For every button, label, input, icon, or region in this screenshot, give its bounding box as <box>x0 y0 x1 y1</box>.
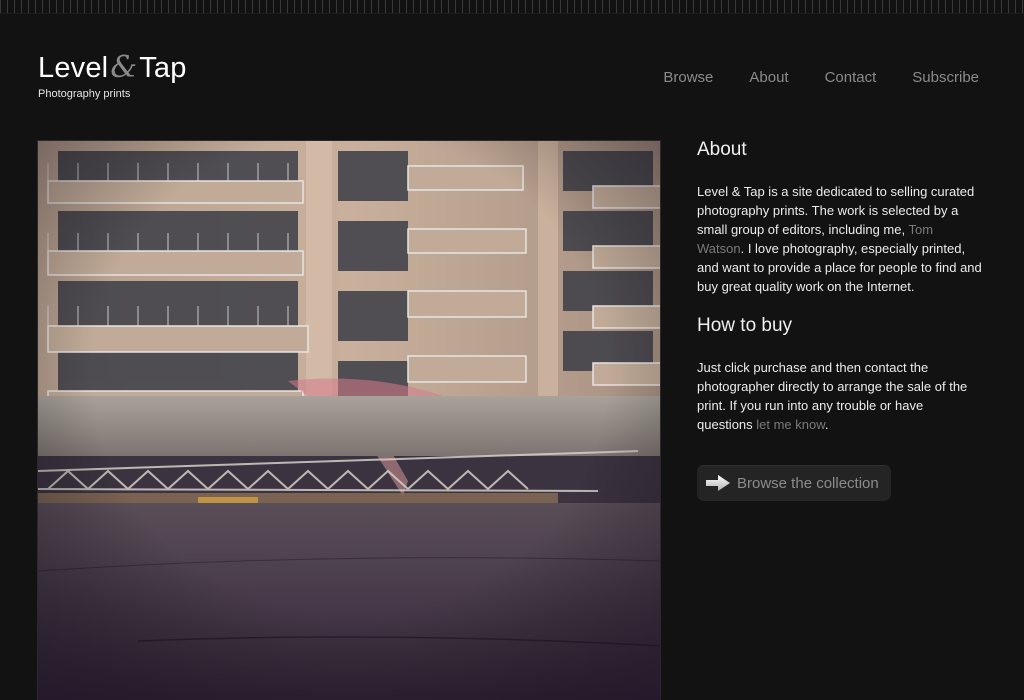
how-to-buy-heading: How to buy <box>697 315 793 336</box>
main-nav: Browse About Contact Subscribe <box>627 69 979 86</box>
arrow-right-icon <box>706 475 730 491</box>
browse-collection-label: Browse the collection <box>737 474 879 492</box>
let-me-know-link[interactable]: let me know <box>756 417 825 432</box>
top-tick-bar <box>0 0 1024 14</box>
how-to-buy-text: Just click purchase and then contact the… <box>697 358 982 434</box>
about-text-end: . I love photography, especially printed… <box>697 241 982 294</box>
browse-collection-button[interactable]: Browse the collection <box>697 465 891 501</box>
site-logo[interactable]: Level&Tap <box>38 50 187 86</box>
nav-contact[interactable]: Contact <box>825 69 877 86</box>
nav-subscribe[interactable]: Subscribe <box>912 69 979 86</box>
logo-ampersand: & <box>110 50 138 85</box>
site-tagline: Photography prints <box>38 88 131 100</box>
sidebar: About Level & Tap is a site dedicated to… <box>697 140 982 501</box>
apartment-building-photo-image <box>38 141 660 700</box>
logo-word-tap: Tap <box>139 52 187 84</box>
featured-photo[interactable] <box>37 140 661 700</box>
about-text: Level & Tap is a site dedicated to selli… <box>697 182 982 296</box>
how-to-buy-text-start: Just click purchase and then contact the… <box>697 360 968 432</box>
about-heading: About <box>697 139 747 160</box>
nav-about[interactable]: About <box>749 69 788 86</box>
how-to-buy-text-end: . <box>824 417 829 432</box>
logo-word-level: Level <box>38 52 109 84</box>
nav-browse[interactable]: Browse <box>663 69 713 86</box>
